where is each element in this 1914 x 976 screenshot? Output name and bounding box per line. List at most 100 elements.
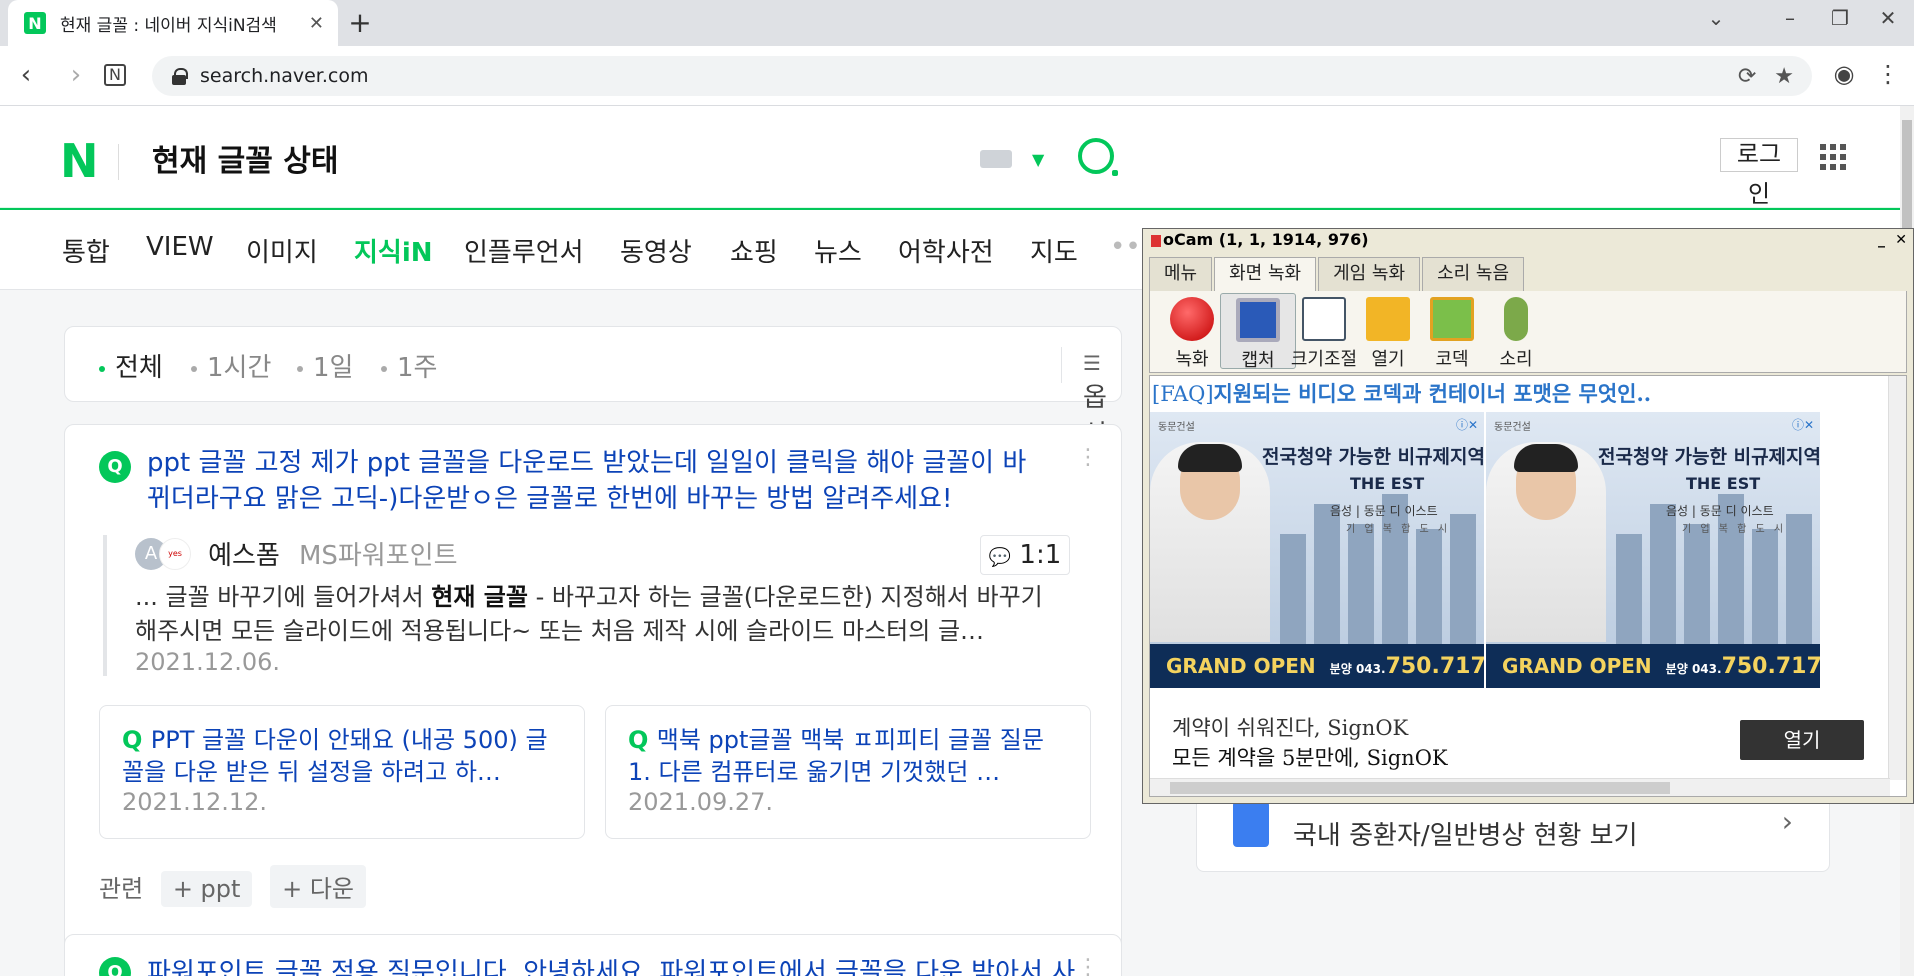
question-title-link[interactable]: ppt 글꼴 고정 제가 ppt 글꼴을 다운로드 받았는데 일일이 클릭을 해… (147, 445, 1027, 517)
tab-dictionary[interactable]: 어학사전 (898, 232, 994, 269)
period-filter-bar: 전체 1시간 1일 1주 ☰옵션 (64, 326, 1122, 450)
search-query-input[interactable]: 현재 글꼴 상태 (152, 136, 339, 180)
more-options-icon[interactable]: ⋮ (1077, 955, 1099, 976)
naver-site-icon[interactable]: N (104, 64, 126, 86)
browser-tab[interactable]: N 현재 글꼴 : 네이버 지식iN검색 ✕ (8, 0, 338, 46)
sub-result-card[interactable]: Q 맥북 ppt글꼴 맥북 ㅍ피피티 글꼴 질문 1. 다른 컴퓨터로 옮기면 … (605, 705, 1091, 839)
ad-banner[interactable]: 동문건설 ⓘ✕ 전국청약 가능한 비규제지역! THE EST 음성 | 동문 … (1150, 412, 1484, 688)
new-tab-button[interactable]: + (345, 8, 375, 38)
tab-sound-record[interactable]: 소리 녹음 (1422, 257, 1525, 291)
ad-banner[interactable]: 동문건설 ⓘ✕ 전국청약 가능한 비규제지역! THE EST 음성 | 동문 … (1486, 412, 1820, 688)
kin-result-card: Q 파워포인트 글꼴 적용 질문입니다. 안녕하세요. 파워포인트에서 글꼴을 … (64, 934, 1122, 976)
building-shape (1650, 504, 1676, 644)
ad-grand-open: GRAND OPEN (1502, 654, 1652, 678)
scrollbar-thumb[interactable] (1170, 782, 1670, 794)
answer-snippet[interactable]: ... 글꼴 바꾸기에 들어가셔서 현재 글꼴 - 바꾸고자 하는 글꼴(다운로… (135, 580, 1055, 648)
profile-icon[interactable]: ◉ (1826, 60, 1862, 88)
login-button-wrap[interactable]: 인 (1748, 174, 1770, 209)
signok-open-button[interactable]: 열기 (1740, 720, 1864, 760)
ocam-minimize-button[interactable]: _ (1878, 229, 1885, 251)
answer-author[interactable]: 예스폼 (208, 541, 280, 571)
search-button-icon[interactable] (1078, 138, 1118, 176)
tab-close-icon[interactable]: ✕ (309, 13, 324, 34)
side-card-text: 국내 중환자/일반병상 현황 보기 (1293, 821, 1638, 851)
faq-link[interactable]: [FAQ]지원되는 비디오 코덱과 컨테이너 포맷은 무엇인.. (1152, 378, 1651, 408)
tab-menu[interactable]: 메뉴 (1149, 257, 1213, 291)
ad-person-image (1486, 442, 1606, 642)
answer-author-row: Ayes 예스폼 MS파워포인트 (135, 535, 1063, 572)
ocam-titlebar[interactable]: oCam (1, 1, 1914, 976) _ ✕ (1143, 229, 1913, 251)
minimize-button[interactable]: – (1770, 6, 1810, 30)
filter-1day[interactable]: 1일 (297, 347, 353, 384)
naver-logo[interactable]: N (60, 134, 99, 188)
record-button[interactable]: 녹화 (1154, 293, 1230, 370)
sliders-icon: ☰ (1083, 351, 1101, 375)
ocam-app-icon (1151, 234, 1161, 247)
building-shape (1786, 514, 1812, 644)
tab-game-record[interactable]: 게임 녹화 (1318, 257, 1421, 291)
tab-map[interactable]: 지도 (1030, 232, 1078, 269)
chevron-right-icon: › (1781, 805, 1793, 838)
ocam-vertical-scrollbar[interactable] (1888, 376, 1906, 780)
tab-integrated[interactable]: 통합 (62, 232, 110, 269)
signok-line1: 계약이 쉬워진다, SignOK (1172, 712, 1408, 742)
filter-label: 1일 (313, 353, 354, 383)
tool-label: 소리 (1499, 349, 1533, 370)
related-tag[interactable]: + ppt (160, 871, 253, 907)
question-title-link[interactable]: 파워포인트 글꼴 적용 질문입니다. 안녕하세요. 파워포인트에서 글꼴을 다운… (147, 955, 1087, 976)
back-icon[interactable]: ‹ (8, 60, 44, 90)
ad-est: THE EST (1350, 474, 1425, 493)
filter-1week[interactable]: 1주 (381, 347, 437, 384)
browser-menu-icon[interactable]: ⋮ (1870, 60, 1906, 88)
building-shape (1752, 529, 1778, 644)
tab-influencer[interactable]: 인플루언서 (464, 232, 584, 269)
autocomplete-dropdown-icon[interactable]: ▼ (1032, 150, 1044, 169)
keyboard-icon[interactable] (980, 150, 1012, 168)
filter-1hour[interactable]: 1시간 (191, 347, 271, 384)
ad-info-close-icon[interactable]: ⓘ✕ (1792, 416, 1814, 433)
answer-category[interactable]: MS파워포인트 (299, 541, 458, 571)
tab-news[interactable]: 뉴스 (814, 232, 862, 269)
ocam-close-button[interactable]: ✕ (1895, 229, 1907, 251)
sub-result-card[interactable]: Q PPT 글꼴 다운이 안돼요 (내공 500) 글꼴을 다운 받은 뒤 설정… (99, 705, 585, 839)
building-shape (1684, 524, 1710, 644)
sound-button[interactable]: 소리 (1478, 293, 1554, 370)
refresh-translate-icon[interactable]: ⟳ (1738, 64, 1756, 89)
tab-view[interactable]: VIEW (146, 232, 214, 262)
url-field[interactable]: search.naver.com ⟳ ★ (152, 56, 1812, 96)
tab-screen-record[interactable]: 화면 녹화 (1214, 257, 1317, 293)
snippet-highlight: 현재 글꼴 (431, 583, 528, 611)
tab-image[interactable]: 이미지 (246, 232, 318, 269)
related-tag[interactable]: + 다운 (270, 865, 366, 908)
more-tabs-icon[interactable]: •• (1110, 232, 1141, 262)
filter-all[interactable]: 전체 (99, 347, 163, 384)
ad-phone-label: 분양 043. (1330, 662, 1386, 676)
tab-shopping[interactable]: 쇼핑 (730, 232, 778, 269)
restore-button[interactable]: ❐ (1820, 6, 1860, 30)
chat-bubble-icon: 💬 (988, 547, 1012, 568)
filter-dot-icon (99, 365, 105, 372)
question-icon: Q (628, 726, 657, 754)
ocam-horizontal-scrollbar[interactable] (1150, 778, 1890, 796)
options-divider (1061, 347, 1062, 383)
ad-phone: 750.7172 (1385, 654, 1484, 679)
tab-video[interactable]: 동영상 (620, 232, 692, 269)
close-window-button[interactable]: ✕ (1868, 6, 1908, 30)
film-add-icon (1430, 297, 1474, 341)
bookmark-star-icon[interactable]: ★ (1774, 64, 1794, 89)
ad-location: 음성 | 동문 디 이스트 (1666, 504, 1774, 518)
more-options-icon[interactable]: ⋮ (1077, 445, 1099, 470)
url-text: search.naver.com (200, 65, 369, 87)
capture-button[interactable]: 캡처 (1220, 293, 1296, 371)
tab-search-icon[interactable]: ⌄ (1696, 6, 1736, 30)
login-button[interactable]: 로그 (1720, 138, 1798, 172)
signok-line1-text: 계약이 쉬워진다, SignOK (1172, 716, 1409, 740)
ad-info-close-icon[interactable]: ⓘ✕ (1456, 416, 1478, 433)
forward-icon[interactable]: › (58, 60, 94, 90)
filter-label: 1시간 (207, 353, 272, 383)
building-shape (1280, 534, 1306, 644)
tab-kin[interactable]: 지식iN (354, 232, 433, 269)
ad-person-image (1150, 442, 1270, 642)
apps-grid-icon[interactable] (1820, 144, 1846, 170)
ad-est: THE EST (1686, 474, 1761, 493)
